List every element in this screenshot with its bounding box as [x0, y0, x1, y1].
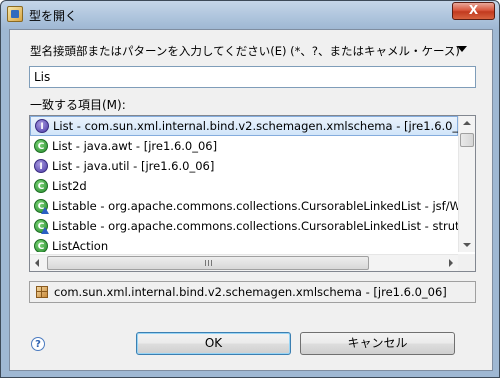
- scroll-up-icon[interactable]: [463, 121, 471, 125]
- list-item[interactable]: C List2d: [30, 176, 458, 196]
- eclipse-app-icon: [7, 6, 23, 22]
- title-bar[interactable]: 型を開く X: [1, 1, 499, 29]
- scroll-left-icon[interactable]: [35, 259, 39, 267]
- list-item[interactable]: C Listable - org.apache.commons.collectio…: [30, 216, 458, 236]
- scroll-corner: [458, 254, 475, 271]
- vertical-scroll-thumb[interactable]: [460, 133, 474, 147]
- matching-items-label: 一致する項目(M):: [30, 98, 126, 112]
- open-type-dialog: 型を開く X 型名接頭部またはパターンを入力してください(E) (*、?、または…: [0, 0, 500, 378]
- class-icon: C: [34, 199, 49, 214]
- window-title: 型を開く: [29, 9, 78, 23]
- list-item-label: ListAction: [52, 239, 109, 252]
- package-icon: [36, 286, 48, 298]
- scroll-grip-icon: [205, 260, 212, 266]
- inner-type-overlay-icon: [41, 227, 49, 234]
- scroll-right-icon[interactable]: [449, 259, 453, 267]
- class-icon: C: [34, 219, 49, 234]
- list-item[interactable]: I List - com.sun.xml.internal.bind.v2.sch…: [30, 116, 458, 136]
- list-item-label: Listable - org.apache.commons.collection…: [52, 199, 458, 213]
- list-item-label: List - java.awt - [jre1.6.0_06]: [52, 139, 218, 153]
- type-search-input[interactable]: [29, 66, 476, 88]
- interface-icon: I: [34, 159, 48, 173]
- cancel-button[interactable]: キャンセル: [300, 332, 455, 355]
- ok-button[interactable]: OK: [136, 332, 291, 355]
- vertical-scrollbar[interactable]: [458, 116, 475, 252]
- class-icon: C: [34, 139, 48, 153]
- list-item-label: List2d: [52, 179, 87, 193]
- class-icon: C: [34, 179, 48, 193]
- close-button[interactable]: X: [452, 2, 495, 20]
- class-icon: C: [34, 239, 48, 252]
- interface-icon: I: [35, 119, 49, 133]
- view-menu-icon[interactable]: [457, 46, 467, 52]
- list-item[interactable]: C ListAction: [30, 236, 458, 252]
- horizontal-scroll-thumb[interactable]: [47, 256, 369, 270]
- list-item-label: List - java.util - [jre1.6.0_06]: [52, 159, 215, 173]
- list-item[interactable]: C List - java.awt - [jre1.6.0_06]: [30, 136, 458, 156]
- horizontal-scrollbar[interactable]: [30, 254, 458, 271]
- list-item[interactable]: I List - java.util - [jre1.6.0_06]: [30, 156, 458, 176]
- list-item-label: Listable - org.apache.commons.collection…: [52, 219, 458, 233]
- scroll-down-icon[interactable]: [463, 243, 471, 247]
- list-rows: I List - com.sun.xml.internal.bind.v2.sch…: [30, 116, 458, 252]
- status-text: com.sun.xml.internal.bind.v2.schemagen.x…: [54, 285, 447, 299]
- selected-type-status: com.sun.xml.internal.bind.v2.schemagen.x…: [29, 281, 476, 303]
- matching-items-list[interactable]: I List - com.sun.xml.internal.bind.v2.sch…: [29, 115, 476, 272]
- list-item-label: List - com.sun.xml.internal.bind.v2.sche…: [53, 119, 458, 133]
- search-prompt-label: 型名接頭部またはパターンを入力してください(E) (*、?、またはキャメル・ケー…: [30, 44, 460, 58]
- dialog-body: 型名接頭部またはパターンを入力してください(E) (*、?、またはキャメル・ケー…: [9, 29, 493, 371]
- list-item[interactable]: C Listable - org.apache.commons.collectio…: [30, 196, 458, 216]
- inner-type-overlay-icon: [41, 207, 49, 214]
- help-icon[interactable]: ?: [31, 337, 45, 351]
